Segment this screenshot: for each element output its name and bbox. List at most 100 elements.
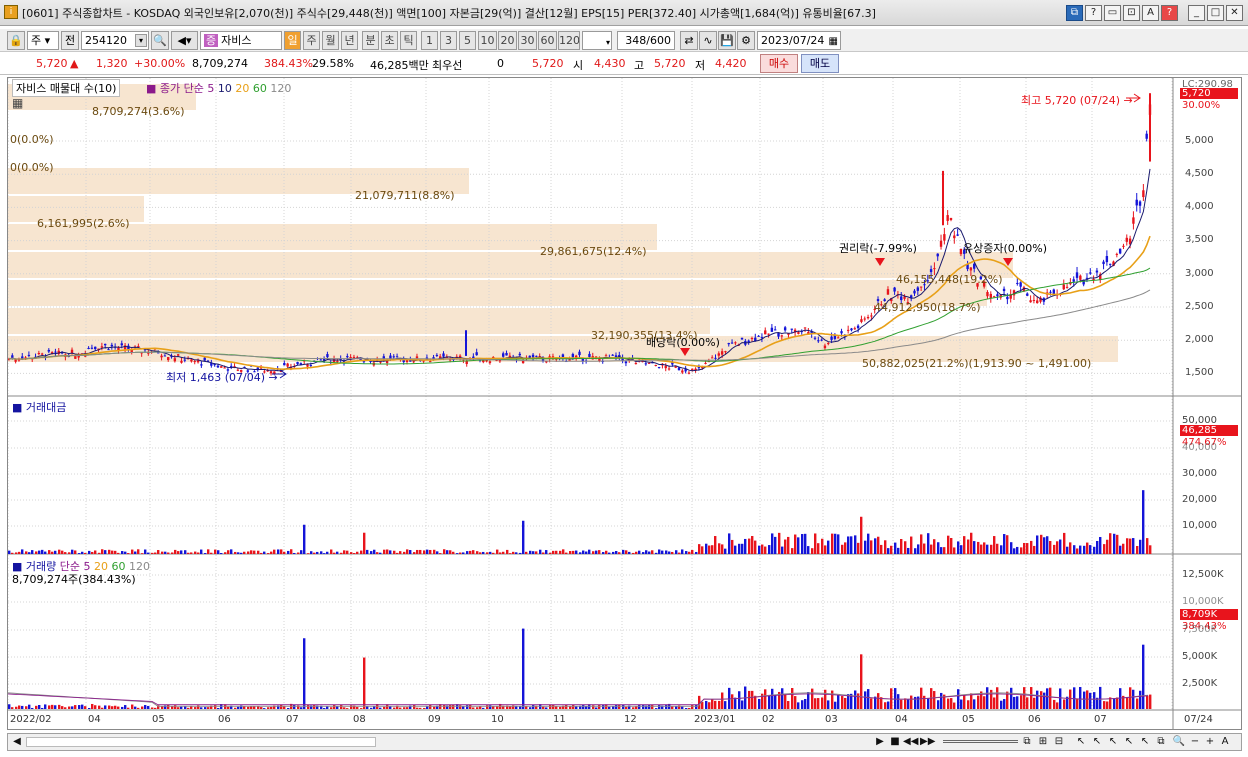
amount-bar [960,545,963,554]
help-circle-icon[interactable]: ? [1085,5,1102,21]
minute-option[interactable]: 10 [478,31,497,50]
amount-bar [532,551,535,554]
tab-month[interactable]: 월 [322,31,339,50]
high-price: 5,720 [654,57,686,70]
volume-bar [1003,699,1006,709]
tab-day[interactable]: 일 [284,31,301,50]
ma5-label: 5 [207,82,215,95]
stop-icon[interactable]: ■ [888,735,902,749]
zoom-box-icon[interactable]: ⧉ [1020,735,1034,749]
custom-period-select[interactable]: ▾ [582,31,612,50]
dock-icon[interactable]: ⊡ [1123,5,1140,21]
candle-body [611,354,614,356]
search-icon[interactable]: 🔍 [151,31,169,50]
layout-icon[interactable]: ⊞ [1036,735,1050,749]
tab-tick[interactable]: 틱 [400,31,417,50]
amount-bar [940,547,943,554]
amount-bar [645,550,648,554]
arrow-icon[interactable]: ↖ [1074,735,1088,749]
tab-second[interactable]: 초 [381,31,398,50]
calendar-icon[interactable]: ▦ [829,33,838,49]
save-icon[interactable]: 💾 [718,31,736,50]
rewind-icon[interactable]: ◀◀ [903,735,918,749]
arrow-icon[interactable]: ↖ [1122,735,1136,749]
arrow-icon[interactable]: ↖ [1138,735,1152,749]
minute-option[interactable]: 3 [440,31,457,50]
link-icon[interactable]: ⧉ [1066,5,1083,21]
swap-icon[interactable]: ⇄ [680,31,698,50]
amount-bar [552,550,555,554]
minute-option[interactable]: 20 [498,31,517,50]
window-icon[interactable]: ▭ [1104,5,1121,21]
date-field[interactable]: 2023/07/24 ▦ [757,31,841,50]
magnifier-icon[interactable]: 🔍 [1172,735,1186,749]
last-price-tag: 5,720 [1180,88,1238,99]
market-select[interactable]: 주 ▾ [27,31,59,50]
font-size-icon[interactable]: A [1218,735,1232,749]
maximize-button[interactable]: □ [1207,5,1224,21]
buy-button[interactable]: 매수 [760,54,798,73]
chart-area[interactable]: 자비스 매물대 수(10) ■ 종가 단순 5 10 20 60 120 ▦ L… [7,77,1242,730]
volume-bar [300,707,303,709]
count-field[interactable]: 348/600 [617,31,675,50]
amount-bar [559,550,562,554]
lock-icon[interactable]: 🔒 [7,31,25,50]
minute-option[interactable]: 1 [421,31,438,50]
volume-bar [1089,692,1092,709]
code-input[interactable]: 254120 ▾ [81,31,149,50]
minute-option[interactable]: 30 [518,31,537,50]
sell-button[interactable]: 매도 [801,54,839,73]
candle-body [783,327,787,331]
minute-option[interactable]: 60 [538,31,557,50]
candle-body [1032,299,1036,301]
gear-icon[interactable]: ⚙ [737,31,755,50]
question-icon[interactable]: ? [1161,5,1178,21]
amount-bar [668,551,671,554]
amount-bar [864,540,867,554]
amount-bar [210,552,213,554]
stock-name-field[interactable]: 증 자비스 [200,31,282,50]
table-icon[interactable]: ▦ [12,96,23,110]
arrow-icon[interactable]: ↖ [1106,735,1120,749]
tab-week[interactable]: 주 [303,31,320,50]
amount-bar [307,553,310,554]
tab-year[interactable]: 년 [341,31,358,50]
candle-body [70,349,74,353]
chart-canvas[interactable] [8,78,1241,729]
minute-option[interactable]: 120 [558,31,580,50]
profile-label: 21,079,711(8.8%) [355,189,455,202]
best-label: 최우선 [432,59,463,72]
arrow-icon[interactable]: ↖ [1090,735,1104,749]
volume-bar [121,706,124,709]
amount-bar [323,553,326,554]
font-icon[interactable]: A [1142,5,1159,21]
volume-bar [721,692,724,709]
volume-bar [141,706,144,709]
minute-option[interactable]: 5 [459,31,476,50]
play-icon[interactable]: ▶ [873,735,887,749]
volume-bar [572,704,575,709]
line-tool-icon[interactable]: ∿ [699,31,717,50]
amount-bar [277,549,280,554]
layers-icon[interactable]: ⧉ [1154,735,1168,749]
amount-bar [1000,545,1003,554]
close-button[interactable]: ✕ [1226,5,1243,21]
speed-slider[interactable] [943,740,1018,743]
volume-bar [967,700,970,709]
minimize-button[interactable]: _ [1188,5,1205,21]
zoom-out-icon[interactable]: − [1188,735,1202,749]
scroll-left-icon[interactable]: ◀ [10,735,24,749]
candle-body [767,333,770,335]
grid-icon[interactable]: ⊟ [1052,735,1066,749]
volume-bar [764,689,767,709]
zoom-in-icon[interactable]: + [1203,735,1217,749]
candle-body [147,352,150,354]
speaker-icon[interactable]: ◀▾ [171,31,198,50]
amount-bar [635,551,638,554]
amount-bar [519,552,522,554]
tab-minute[interactable]: 분 [362,31,379,50]
volume-bar [695,704,698,709]
forward-icon[interactable]: ▶▶ [920,735,935,749]
amount-bar [137,549,140,554]
scrollbar[interactable] [26,737,376,747]
